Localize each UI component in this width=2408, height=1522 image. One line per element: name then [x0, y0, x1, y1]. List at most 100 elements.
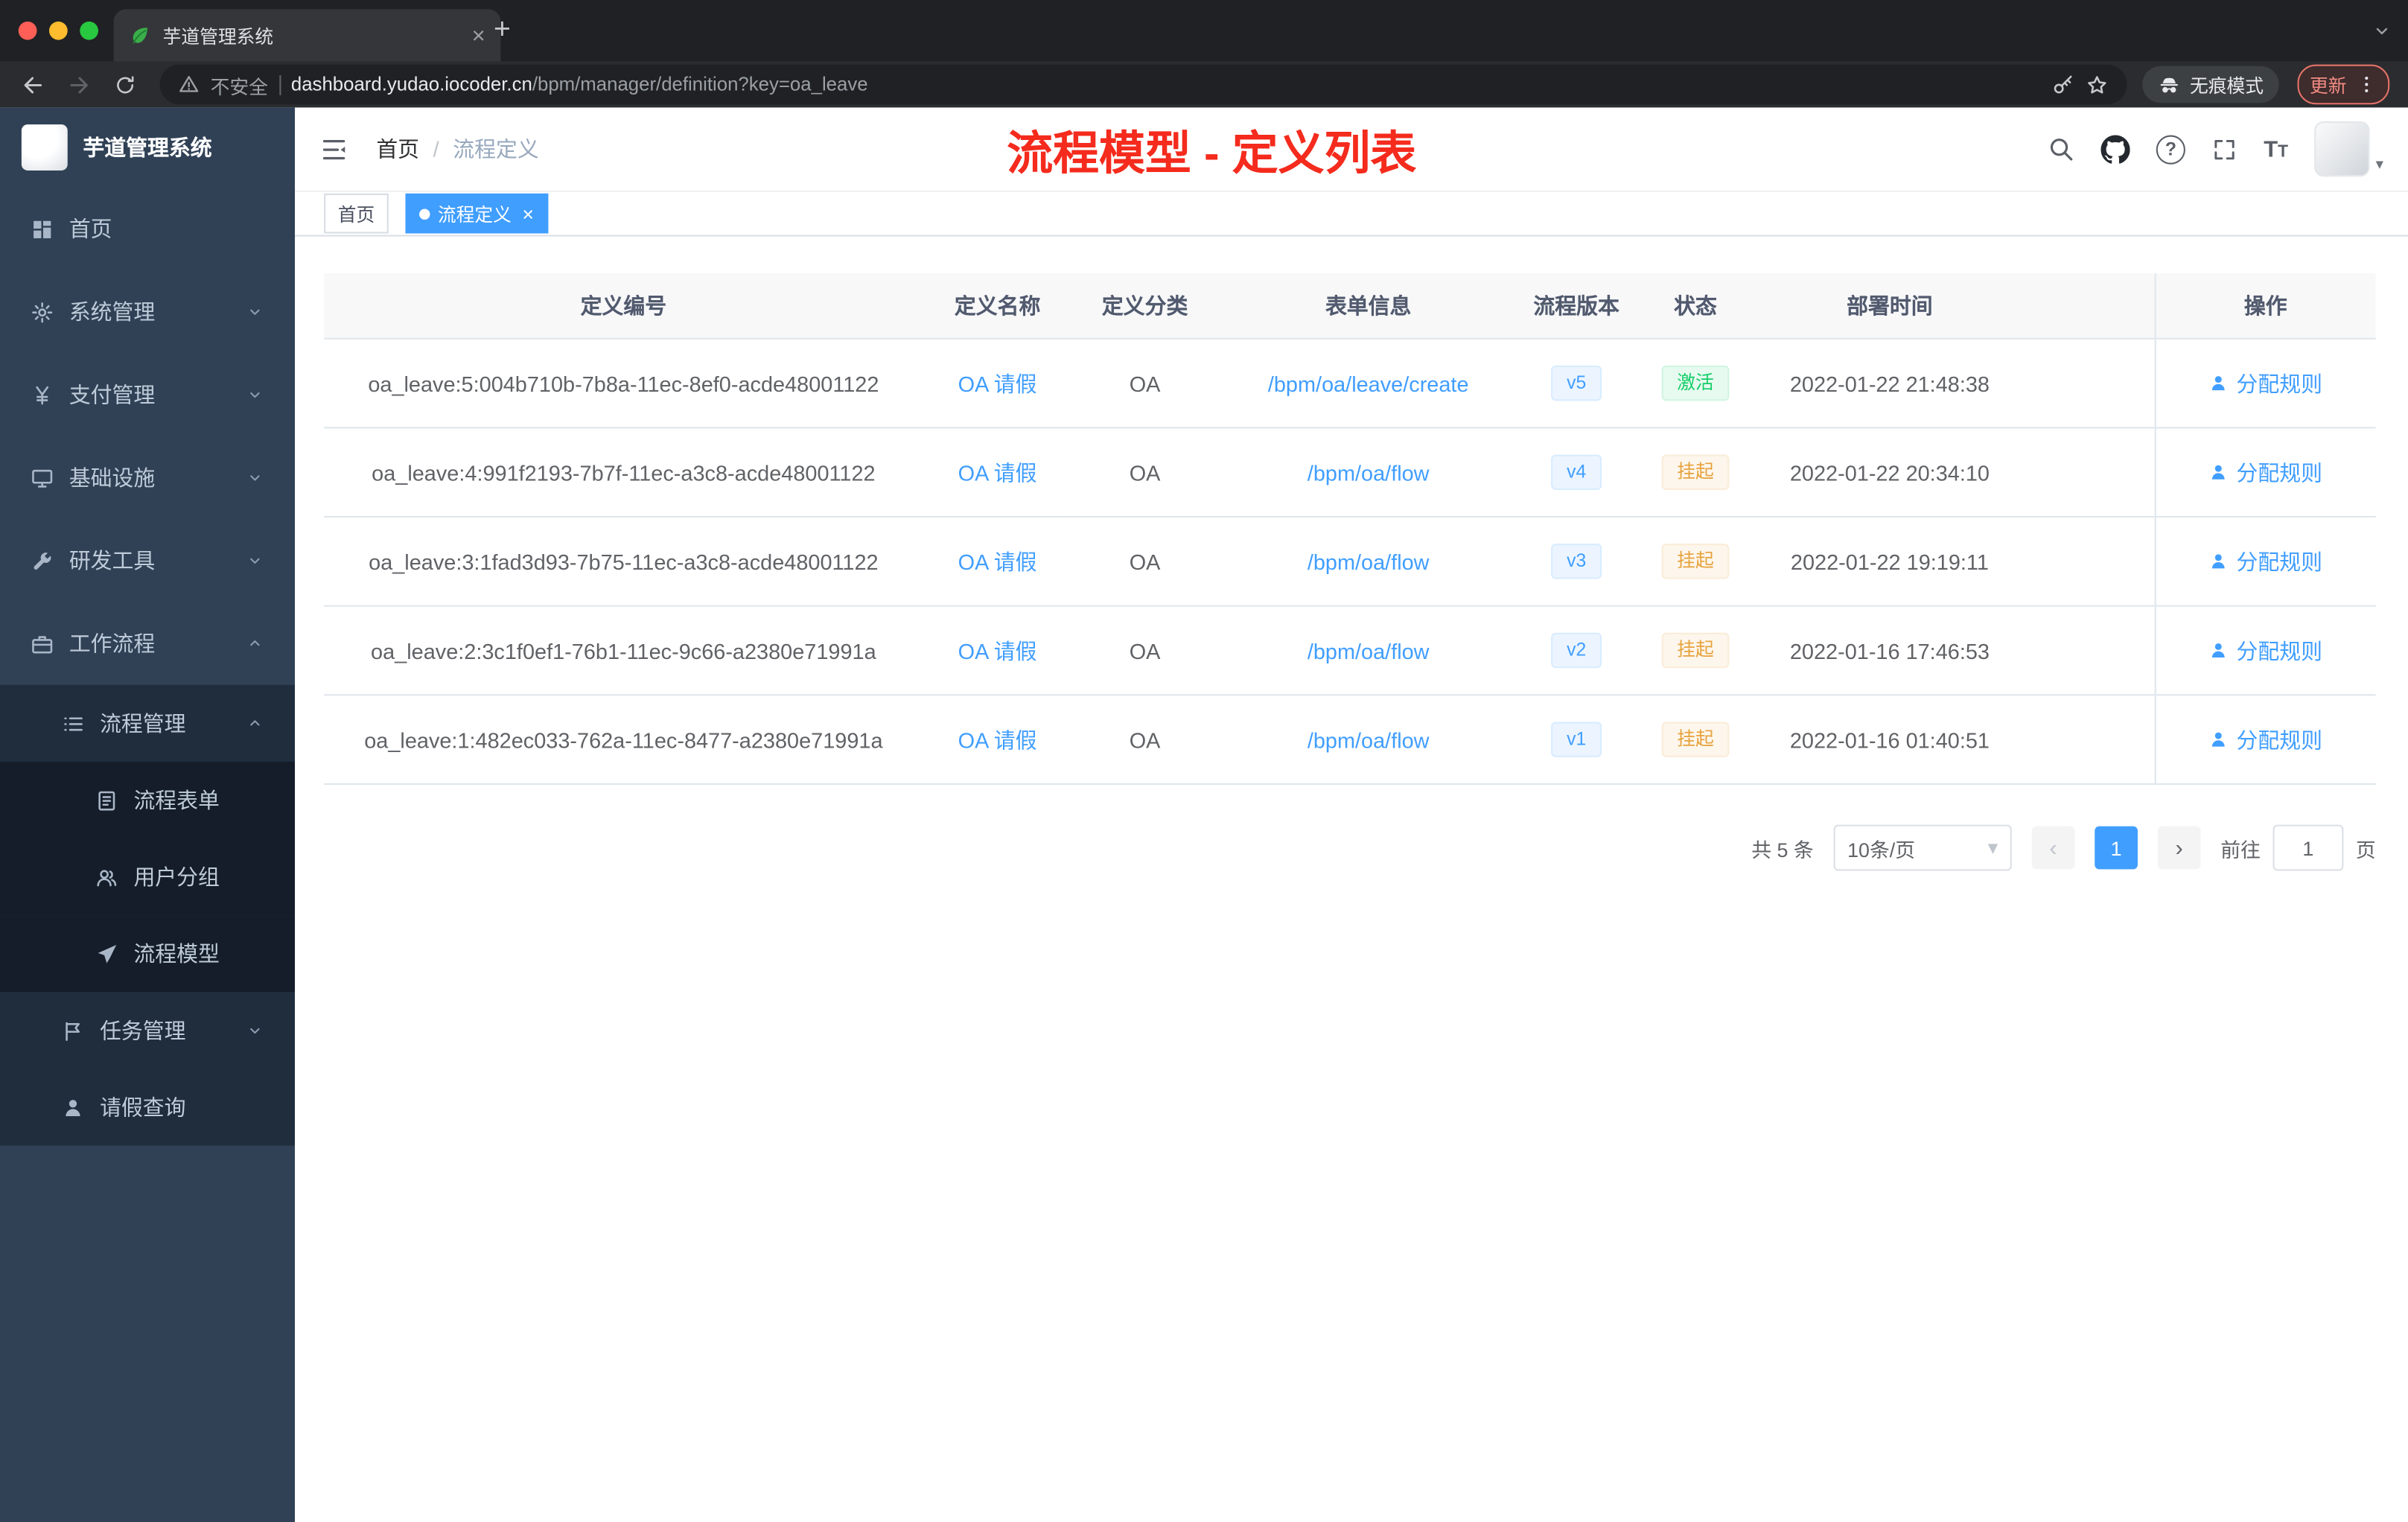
address-bar[interactable]: 不安全 dashboard.yudao.iocoder.cn/bpm/manag… — [159, 64, 2127, 105]
form-info-link[interactable]: /bpm/oa/flow — [1307, 460, 1430, 485]
browser-window: 芋道管理系统 × + 不安全 dashboard.yudao.iocoder.c… — [0, 0, 2408, 1522]
menu-fold-icon[interactable] — [319, 134, 348, 163]
goto-page-input[interactable] — [2272, 824, 2344, 871]
back-button[interactable] — [13, 65, 53, 105]
assign-rule-link[interactable]: 分配规则 — [2208, 724, 2322, 754]
definition-name-link[interactable]: OA 请假 — [958, 638, 1037, 663]
table-row: oa_leave:3:1fad3d93-7b75-11ec-a3c8-acde4… — [324, 517, 2376, 607]
sidebar-item-user-group[interactable]: 用户分组 — [0, 838, 295, 916]
header-actions: ? TT ▾ — [2047, 121, 2383, 177]
sidebar-item-label: 工作流程 — [69, 631, 156, 656]
person-icon — [2208, 640, 2229, 660]
forward-button[interactable] — [58, 65, 98, 105]
kebab-menu-icon[interactable] — [2356, 74, 2377, 95]
version-tag[interactable]: v2 — [1551, 632, 1602, 669]
definition-name-link[interactable]: OA 请假 — [958, 727, 1037, 752]
sidebar-item-payment-mgmt[interactable]: 支付管理 — [0, 353, 295, 436]
incognito-badge: 无痕模式 — [2142, 66, 2279, 104]
omnibox-divider — [278, 74, 281, 95]
fullscreen-icon[interactable] — [2211, 136, 2237, 162]
logo-title: 芋道管理系统 — [83, 135, 212, 160]
window-controls — [0, 21, 98, 40]
wrench-icon — [31, 549, 54, 572]
security-label[interactable]: 不安全 — [211, 70, 268, 99]
next-page-button[interactable]: › — [2157, 826, 2201, 870]
table-row: oa_leave:1:482ec033-762a-11ec-8477-a2380… — [324, 695, 2376, 785]
sidebar-item-system-mgmt[interactable]: 系统管理 — [0, 270, 295, 353]
search-icon[interactable] — [2047, 136, 2074, 163]
tags-view: 首页 流程定义 × — [295, 191, 2408, 237]
form-info-link[interactable]: /bpm/oa/flow — [1307, 638, 1430, 663]
list-icon — [62, 712, 85, 735]
tab-close-icon[interactable]: × — [472, 24, 485, 47]
form-info-link[interactable]: /bpm/oa/leave/create — [1268, 371, 1469, 395]
logo-avatar — [21, 124, 68, 171]
definition-name-link[interactable]: OA 请假 — [958, 549, 1037, 573]
assign-rule-link[interactable]: 分配规则 — [2208, 457, 2322, 488]
tag-home[interactable]: 首页 — [324, 193, 389, 234]
sidebar-logo[interactable]: 芋道管理系统 — [0, 107, 295, 187]
version-tag[interactable]: v4 — [1551, 454, 1602, 490]
key-icon[interactable] — [2051, 73, 2074, 96]
yen-icon — [31, 383, 54, 407]
chevron-up-icon — [246, 634, 264, 653]
sidebar-item-task-mgmt[interactable]: 任务管理 — [0, 992, 295, 1069]
version-tag[interactable]: v5 — [1551, 365, 1602, 401]
user-menu[interactable]: ▾ — [2314, 121, 2383, 177]
app-root: 芋道管理系统 首页 系统管理 支付管理 基础设施 研发工具 工作流程 流程管理 … — [0, 107, 2408, 1522]
browser-tab[interactable]: 芋道管理系统 × — [113, 9, 501, 62]
tab-list-chevron-icon[interactable] — [2372, 20, 2393, 42]
github-icon[interactable] — [2101, 134, 2130, 163]
cell-category: OA — [1071, 605, 1218, 696]
assign-rule-link[interactable]: 分配规则 — [2208, 368, 2322, 398]
form-info-link[interactable]: /bpm/oa/flow — [1307, 727, 1430, 752]
status-badge: 挂起 — [1661, 454, 1730, 490]
sidebar-item-infrastructure[interactable]: 基础设施 — [0, 436, 295, 519]
sidebar-item-label: 流程表单 — [133, 788, 220, 813]
cell-definition-id: oa_leave:3:1fad3d93-7b75-11ec-a3c8-acde4… — [324, 517, 923, 607]
version-tag[interactable]: v3 — [1551, 544, 1602, 579]
sidebar-item-home[interactable]: 首页 — [0, 188, 295, 270]
col-version: 流程版本 — [1518, 273, 1634, 340]
sidebar-item-workflow[interactable]: 工作流程 — [0, 602, 295, 685]
gear-icon — [31, 300, 54, 323]
reload-button[interactable] — [104, 65, 144, 105]
cell-category: OA — [1071, 338, 1218, 429]
cell-deploy-time: 2022-01-22 21:48:38 — [1756, 338, 2023, 429]
assign-rule-link[interactable]: 分配规则 — [2208, 635, 2322, 666]
breadcrumb-home-link[interactable]: 首页 — [376, 133, 419, 164]
version-tag[interactable]: v1 — [1551, 722, 1602, 757]
avatar[interactable] — [2314, 121, 2370, 177]
assign-rule-link[interactable]: 分配规则 — [2208, 546, 2322, 576]
new-tab-button[interactable]: + — [485, 14, 519, 48]
star-icon[interactable] — [2086, 73, 2109, 96]
sidebar-item-dev-tools[interactable]: 研发工具 — [0, 519, 295, 602]
form-info-link[interactable]: /bpm/oa/flow — [1307, 549, 1430, 573]
font-size-icon[interactable]: TT — [2264, 136, 2288, 162]
sidebar-item-process-mgmt[interactable]: 流程管理 — [0, 684, 295, 762]
close-window-button[interactable] — [18, 21, 37, 40]
person-icon — [2208, 730, 2229, 750]
definition-table: 定义编号 定义名称 定义分类 表单信息 流程版本 状态 部署时间 操作 oa_l… — [324, 273, 2376, 785]
sidebar-item-process-model[interactable]: 流程模型 — [0, 915, 295, 993]
sidebar-item-label: 系统管理 — [69, 299, 156, 325]
table-header-row: 定义编号 定义名称 定义分类 表单信息 流程版本 状态 部署时间 操作 — [324, 273, 2376, 340]
sidebar-item-leave-query[interactable]: 请假查询 — [0, 1069, 295, 1146]
users-icon — [95, 865, 118, 888]
update-label[interactable]: 更新 — [2310, 71, 2347, 98]
page-number-button[interactable]: 1 — [2095, 826, 2138, 870]
sidebar-item-label: 用户分组 — [133, 865, 220, 890]
tag-process-definition[interactable]: 流程定义 × — [405, 193, 548, 234]
definition-name-link[interactable]: OA 请假 — [958, 460, 1037, 485]
minimize-window-button[interactable] — [49, 21, 68, 40]
close-icon[interactable]: × — [522, 203, 534, 223]
browser-tab-strip: 芋道管理系统 × + — [0, 0, 2408, 62]
question-icon[interactable]: ? — [2156, 134, 2186, 164]
zoom-window-button[interactable] — [80, 21, 98, 40]
update-chip[interactable]: 更新 — [2297, 64, 2390, 105]
chevron-up-icon — [246, 714, 264, 733]
page-size-select[interactable]: 10条/页 ▾ — [1833, 824, 2012, 871]
prev-page-button[interactable]: ‹ — [2031, 826, 2075, 870]
sidebar-item-process-form[interactable]: 流程表单 — [0, 762, 295, 839]
definition-name-link[interactable]: OA 请假 — [958, 371, 1037, 395]
